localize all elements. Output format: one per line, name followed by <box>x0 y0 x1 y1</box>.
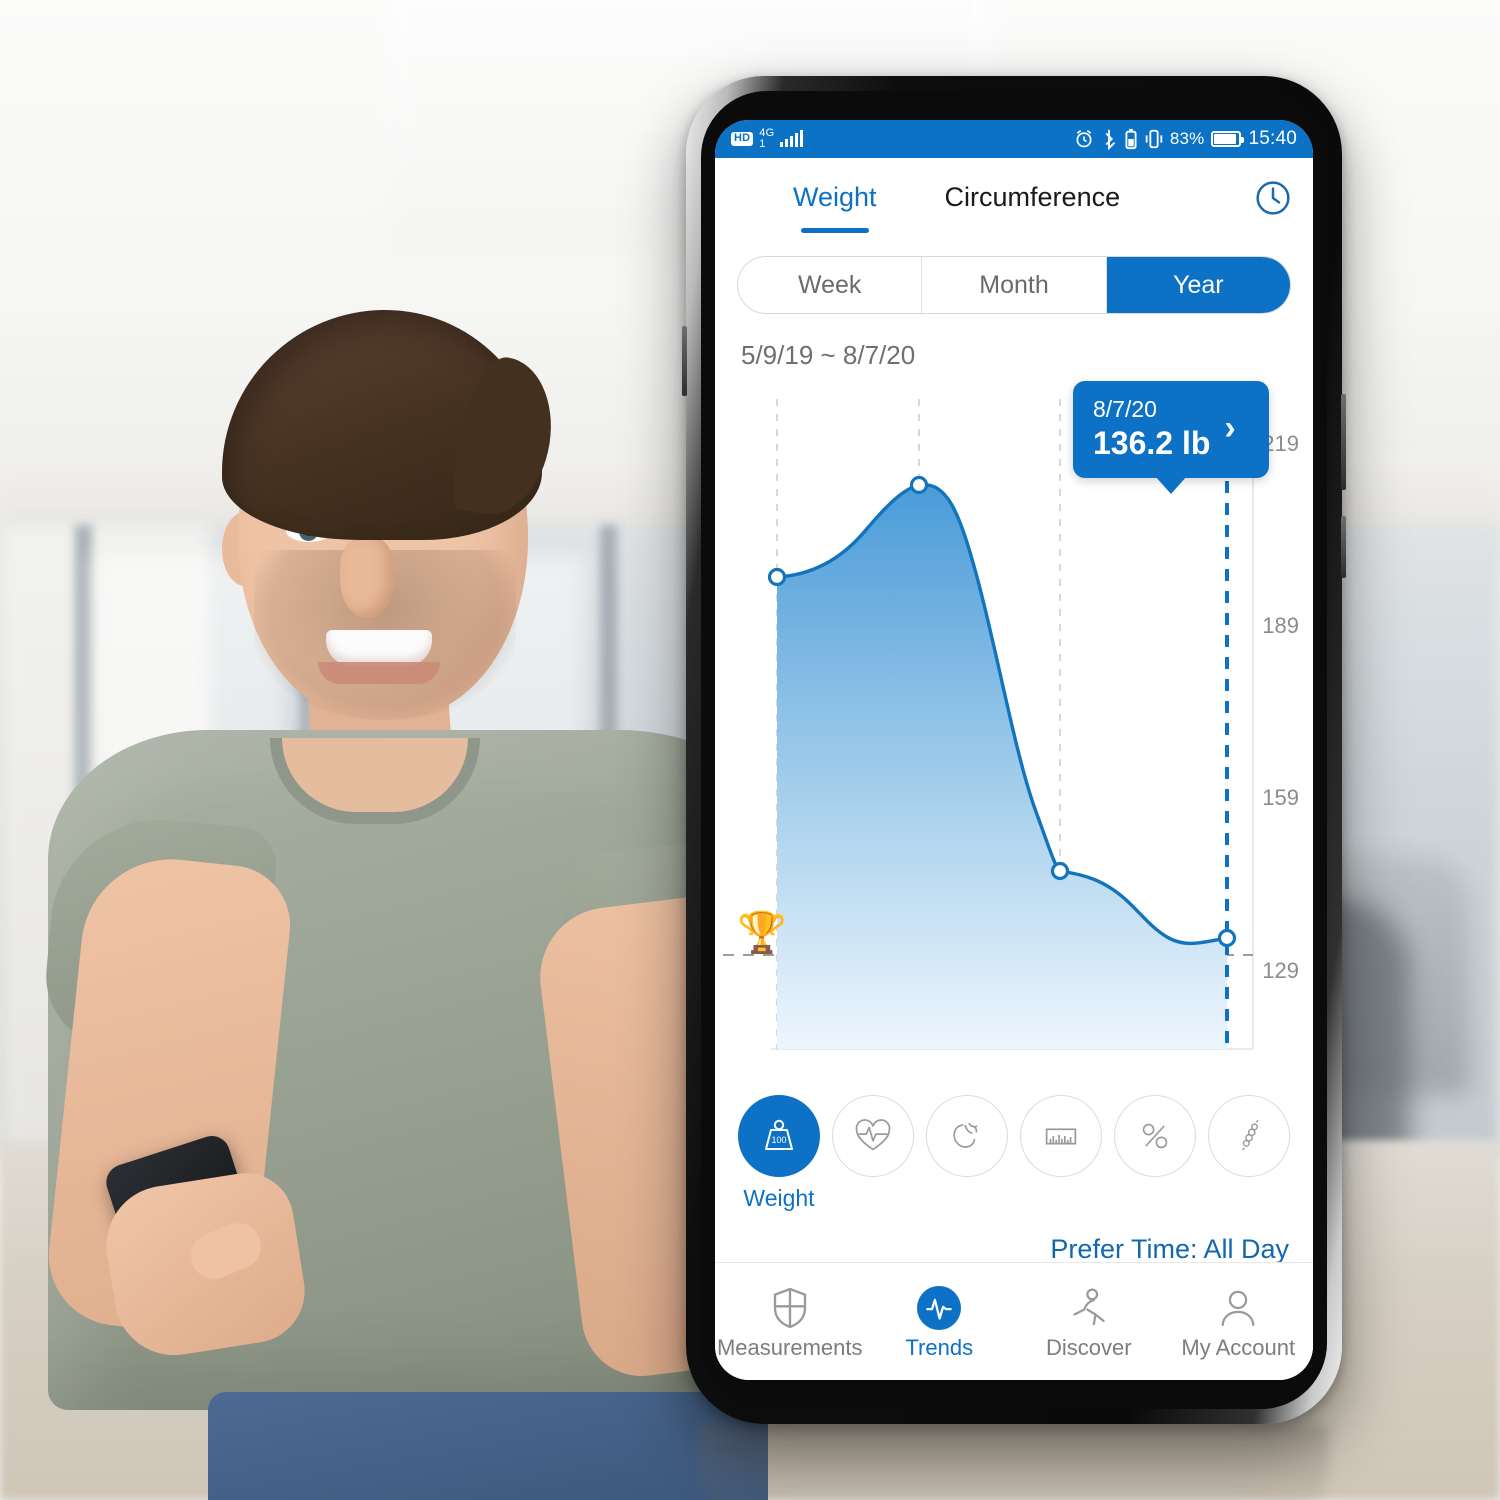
phone-reflection <box>700 1424 1328 1500</box>
tab-circumference-label: Circumference <box>944 182 1121 212</box>
weight-scale-icon: 100 <box>765 1119 793 1150</box>
data-point-3 <box>1050 861 1070 881</box>
period-month[interactable]: Month <box>922 257 1107 313</box>
metric-weight-label: Weight <box>743 1185 815 1211</box>
bluetooth-icon <box>1105 129 1115 150</box>
heart-pulse-icon <box>855 1119 891 1151</box>
tab-active-underline <box>801 228 869 233</box>
person-nose <box>340 538 394 618</box>
nav-trends-label: Trends <box>905 1334 974 1360</box>
y-tick-129: 129 <box>1262 958 1299 983</box>
metric-body-measure[interactable] <box>1015 1095 1107 1177</box>
value-tooltip[interactable]: 8/7/20 136.2 lb › <box>1073 381 1269 495</box>
phone-device: HD 4G 1 83% 15:40 Weight Circumference W… <box>682 76 1346 1424</box>
nav-trends[interactable]: Trends <box>865 1283 1015 1361</box>
alarm-icon <box>1076 130 1092 148</box>
network-sub-label: 1 <box>759 138 766 150</box>
metric-weight[interactable]: 100 Weight <box>733 1095 825 1212</box>
nav-discover-label: Discover <box>1045 1334 1132 1360</box>
period-year[interactable]: Year <box>1106 257 1290 313</box>
nav-my-account[interactable]: My Account <box>1164 1283 1314 1361</box>
clock-icon <box>1256 181 1290 215</box>
heart-organ-icon <box>953 1122 978 1148</box>
person-jeans <box>208 1392 768 1500</box>
weight-chart[interactable]: 🏆 219 189 159 129 8/7/20 136.2 lb › <box>715 381 1313 1079</box>
nav-my-account-label: My Account <box>1181 1334 1296 1360</box>
volume-button[interactable] <box>682 326 687 396</box>
hd-icon: HD <box>731 132 754 146</box>
y-tick-189: 189 <box>1262 613 1299 638</box>
person-lower-lip <box>318 662 440 684</box>
metric-bone-mass[interactable] <box>1203 1095 1295 1177</box>
metric-body-fat-percent[interactable] <box>1109 1095 1201 1177</box>
nav-discover[interactable]: Discover <box>1014 1283 1164 1361</box>
top-tab-bar: Weight Circumference <box>715 158 1313 244</box>
history-button[interactable] <box>1253 178 1293 223</box>
tooltip-tail <box>1155 476 1187 495</box>
nav-measurements[interactable]: Measurements <box>715 1283 865 1361</box>
battery-icon <box>1211 131 1245 147</box>
bottom-navigation: Measurements Trends Discover My Account <box>715 1262 1313 1380</box>
svg-text:100: 100 <box>771 1135 786 1145</box>
tab-circumference[interactable]: Circumference <box>945 176 1121 221</box>
chart-area-fill <box>777 484 1227 1049</box>
date-range-label: 5/9/19 ~ 8/7/20 <box>741 340 916 370</box>
metric-heart-organ[interactable] <box>921 1095 1013 1177</box>
battery-saver-icon <box>1125 128 1137 150</box>
trophy-icon: 🏆 <box>737 911 787 955</box>
data-point-2 <box>909 475 929 495</box>
body-measure-ruler-icon <box>1045 1128 1077 1145</box>
data-point-4 <box>1217 928 1237 948</box>
tab-weight[interactable]: Weight <box>793 176 877 233</box>
y-tick-159: 159 <box>1262 785 1299 810</box>
battery-percent-label: 83% <box>1169 129 1205 148</box>
power-button[interactable] <box>1341 394 1346 490</box>
shield-icon <box>773 1287 806 1328</box>
tab-weight-label: Weight <box>793 182 877 212</box>
person-stretch-icon <box>1073 1287 1105 1325</box>
signal-bars-icon <box>780 130 804 147</box>
vibrate-icon <box>1145 129 1163 149</box>
user-icon <box>1221 1290 1255 1326</box>
period-week[interactable]: Week <box>738 257 923 313</box>
y-axis-labels: 219 189 159 129 <box>1243 385 1305 1079</box>
pulse-icon <box>917 1285 962 1330</box>
person-mouth <box>326 630 432 666</box>
clock-time-label: 15:40 <box>1248 128 1297 149</box>
spine-bone-icon <box>1242 1119 1259 1151</box>
status-bar: HD 4G 1 83% 15:40 <box>715 120 1313 158</box>
tooltip-value: 136.2 lb <box>1093 424 1211 461</box>
percent-icon <box>1142 1123 1168 1149</box>
tooltip-date: 8/7/20 <box>1093 396 1157 422</box>
nav-measurements-label: Measurements <box>716 1334 863 1360</box>
metric-selector-row: 100 Weight <box>715 1079 1313 1212</box>
app-screen: HD 4G 1 83% 15:40 Weight Circumference W… <box>715 120 1313 1380</box>
prefer-time-label[interactable]: Prefer Time: All Day <box>715 1212 1313 1265</box>
data-point-1 <box>767 567 787 587</box>
metric-heart-pulse[interactable] <box>827 1095 919 1177</box>
assistant-button[interactable] <box>1341 516 1346 578</box>
chevron-right-icon[interactable]: › <box>1224 409 1235 448</box>
network-indicator: 4G 1 <box>759 128 774 150</box>
chart-canvas <box>723 399 1254 1050</box>
period-selector: Week Month Year <box>715 244 1313 314</box>
